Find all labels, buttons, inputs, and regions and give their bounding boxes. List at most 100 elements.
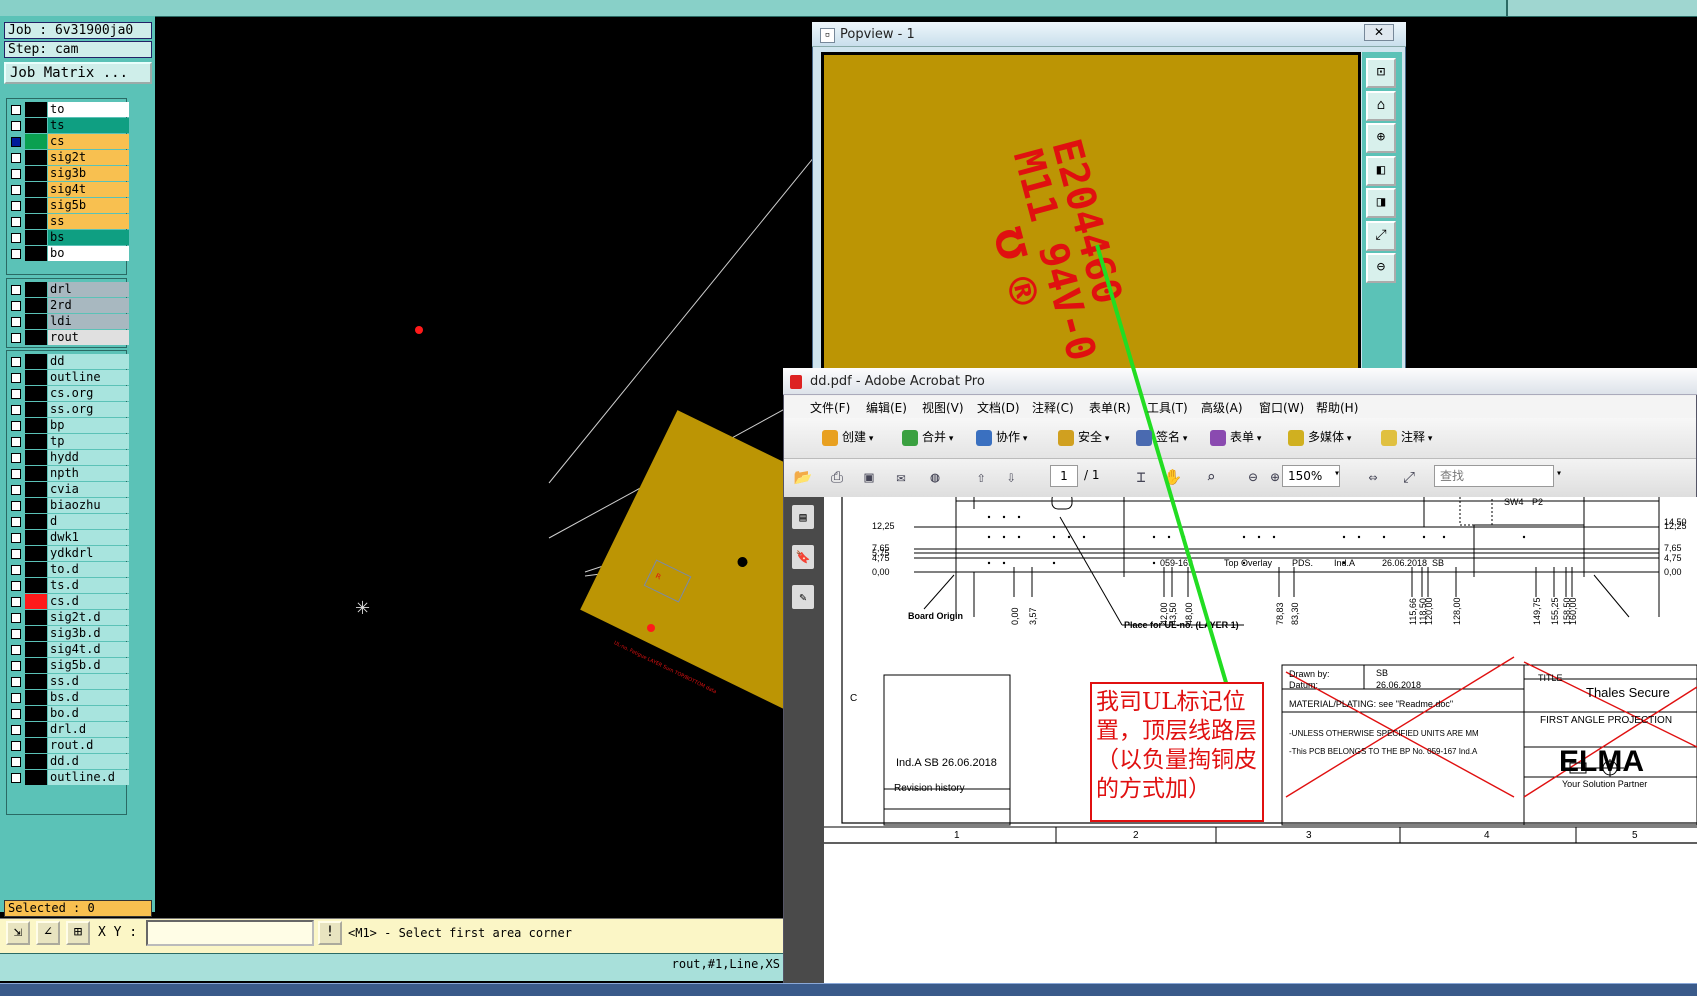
layer-row-hydd[interactable]: hydd [7, 450, 129, 466]
layer-row-sig2t[interactable]: sig2t [7, 150, 129, 166]
save-icon[interactable]: ▣ [856, 464, 882, 490]
layer-row-biaozhu[interactable]: biaozhu [7, 498, 129, 514]
layer-name[interactable]: sig4t [48, 182, 129, 197]
layer-name[interactable]: ss.org [48, 402, 129, 417]
layer-row-drl[interactable]: drl [7, 282, 129, 298]
layer-checkbox[interactable] [11, 285, 21, 295]
layer-name[interactable]: dd.d [48, 754, 129, 769]
select-tool-icon[interactable]: ⌶ [1128, 464, 1154, 490]
find-dropdown-icon[interactable]: ▾ [1556, 468, 1562, 479]
layer-name[interactable]: outline.d [48, 770, 129, 785]
layer-color-swatch[interactable] [25, 594, 47, 609]
layer-color-swatch[interactable] [25, 330, 47, 345]
layer-color-swatch[interactable] [25, 706, 47, 721]
layer-row-2rd[interactable]: 2rd [7, 298, 129, 314]
layer-checkbox[interactable] [11, 661, 21, 671]
layer-color-swatch[interactable] [25, 214, 47, 229]
layer-checkbox[interactable] [11, 565, 21, 575]
layer-row-bo-d[interactable]: bo.d [7, 706, 129, 722]
layer-row-bo[interactable]: bo [7, 246, 129, 262]
layer-row-npth[interactable]: npth [7, 466, 129, 482]
layer-name[interactable]: bs.d [48, 690, 129, 705]
layer-row-sig4t[interactable]: sig4t [7, 182, 129, 198]
layer-name[interactable]: cs.d [48, 594, 129, 609]
menu-item[interactable]: 表单(R) [1089, 399, 1131, 416]
layer-name[interactable]: ss.d [48, 674, 129, 689]
layer-name[interactable]: drl.d [48, 722, 129, 737]
layer-checkbox[interactable] [11, 469, 21, 479]
layer-color-swatch[interactable] [25, 610, 47, 625]
layer-name[interactable]: drl [48, 282, 129, 297]
layer-checkbox[interactable] [11, 421, 21, 431]
zoom-out-icon[interactable]: ⊖ [1366, 253, 1396, 283]
layer-name[interactable]: cvia [48, 482, 129, 497]
open-folder-icon[interactable]: 📂 [790, 464, 816, 490]
layer-name[interactable]: ts [48, 118, 129, 133]
layer-row-cs[interactable]: cs [7, 134, 129, 150]
task-button[interactable]: 注释 ▾ [1381, 428, 1432, 446]
layer-color-swatch[interactable] [25, 246, 47, 261]
task-button[interactable]: 签名 ▾ [1136, 428, 1187, 446]
hand-tool-icon[interactable]: ✋ [1160, 464, 1186, 490]
layer-color-swatch[interactable] [25, 450, 47, 465]
layer-checkbox[interactable] [11, 137, 21, 147]
layer-name[interactable]: ydkdrl [48, 546, 129, 561]
signatures-panel-icon[interactable]: ✎ [792, 585, 814, 609]
layer-checkbox[interactable] [11, 517, 21, 527]
layer-name[interactable]: dd [48, 354, 129, 369]
layer-name[interactable]: outline [48, 370, 129, 385]
task-button[interactable]: 协作 ▾ [976, 428, 1027, 446]
layer-name[interactable]: cs [48, 134, 129, 149]
layer-checkbox[interactable] [11, 317, 21, 327]
layer-row-drl-d[interactable]: drl.d [7, 722, 129, 738]
layer-color-swatch[interactable] [25, 230, 47, 245]
layer-name[interactable]: sig5b.d [48, 658, 129, 673]
layer-color-swatch[interactable] [25, 466, 47, 481]
layer-name[interactable]: rout [48, 330, 129, 345]
layer-name[interactable]: ss [48, 214, 129, 229]
layer-color-swatch[interactable] [25, 674, 47, 689]
menu-item[interactable]: 帮助(H) [1316, 399, 1358, 416]
layer-color-swatch[interactable] [25, 182, 47, 197]
layer-checkbox[interactable] [11, 169, 21, 179]
layer-row-sig4t-d[interactable]: sig4t.d [7, 642, 129, 658]
layer-color-swatch[interactable] [25, 530, 47, 545]
layer-checkbox[interactable] [11, 217, 21, 227]
layer-checkbox[interactable] [11, 333, 21, 343]
fit-page-icon[interactable]: ⤢ [1396, 464, 1422, 490]
layer-color-swatch[interactable] [25, 102, 47, 117]
layer-row-cvia[interactable]: cvia [7, 482, 129, 498]
layer-checkbox[interactable] [11, 233, 21, 243]
layer-color-swatch[interactable] [25, 690, 47, 705]
layer-checkbox[interactable] [11, 121, 21, 131]
layer-name[interactable]: bo.d [48, 706, 129, 721]
menu-item[interactable]: 文档(D) [977, 399, 1020, 416]
layer-name[interactable]: tp [48, 434, 129, 449]
layer-color-swatch[interactable] [25, 754, 47, 769]
layer-checkbox[interactable] [11, 389, 21, 399]
layer-row-ts[interactable]: ts [7, 118, 129, 134]
layer-row-sig2t-d[interactable]: sig2t.d [7, 610, 129, 626]
menu-item[interactable]: 文件(F) [810, 399, 850, 416]
web-icon[interactable]: ◍ [922, 464, 948, 490]
alert-button[interactable]: ! [318, 921, 342, 945]
task-button[interactable]: 多媒体 ▾ [1288, 428, 1351, 446]
layer-name[interactable]: sig3b.d [48, 626, 129, 641]
layer-color-swatch[interactable] [25, 298, 47, 313]
layer-color-swatch[interactable] [25, 166, 47, 181]
layer-color-swatch[interactable] [25, 722, 47, 737]
layer-color-swatch[interactable] [25, 482, 47, 497]
xy-input[interactable] [146, 920, 314, 946]
layer-color-swatch[interactable] [25, 354, 47, 369]
layer-row-cs-d[interactable]: cs.d [7, 594, 129, 610]
layer-row-ss-d[interactable]: ss.d [7, 674, 129, 690]
layer-checkbox[interactable] [11, 773, 21, 783]
layer-row-sig5b-d[interactable]: sig5b.d [7, 658, 129, 674]
layer-name[interactable]: dwk1 [48, 530, 129, 545]
fit-icon[interactable]: ⊡ [1366, 58, 1396, 88]
layer-row-tp[interactable]: tp [7, 434, 129, 450]
layer-checkbox[interactable] [11, 581, 21, 591]
layer-checkbox[interactable] [11, 613, 21, 623]
layer-checkbox[interactable] [11, 741, 21, 751]
layer-name[interactable]: d [48, 514, 129, 529]
